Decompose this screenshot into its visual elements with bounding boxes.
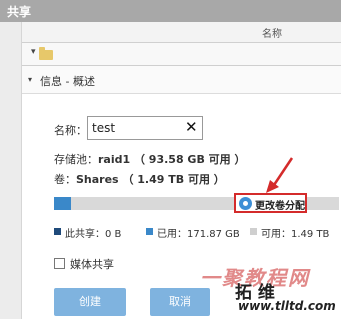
column-header: 名称 bbox=[22, 22, 341, 43]
collapse-caret-icon[interactable]: ▾ bbox=[28, 75, 32, 84]
legend-swatch-available bbox=[250, 228, 257, 235]
volume-value: Shares （ 1.49 TB 可用 ） bbox=[76, 173, 225, 186]
watermark-line3: www.tlltd.com bbox=[238, 299, 336, 313]
media-share-checkbox[interactable] bbox=[54, 258, 65, 269]
name-input[interactable]: test ✕ bbox=[87, 116, 203, 140]
legend-used: 已用：171.87 GB bbox=[157, 229, 240, 240]
legend-swatch-used bbox=[146, 228, 153, 235]
pool-info: 存储池：raid1 （ 93.58 GB 可用 ） bbox=[54, 151, 246, 167]
expand-caret-icon[interactable]: ▾ bbox=[31, 47, 36, 57]
change-volume-label: 更改卷分配 bbox=[255, 201, 305, 212]
name-label: 名称： bbox=[54, 124, 87, 137]
name-input-value[interactable]: test bbox=[92, 121, 115, 135]
change-volume-button[interactable]: 更改卷分配 bbox=[234, 193, 307, 213]
pool-value: raid1 （ 93.58 GB 可用 ） bbox=[98, 153, 246, 166]
volume-label: 卷： bbox=[54, 173, 76, 186]
create-button[interactable]: 创建 bbox=[54, 288, 126, 316]
usage-bar-used bbox=[54, 197, 72, 210]
folder-icon bbox=[39, 47, 53, 60]
left-panel bbox=[0, 22, 22, 319]
gear-icon bbox=[239, 197, 252, 210]
folder-row[interactable]: ▾ bbox=[22, 43, 341, 65]
window-titlebar: 共享 bbox=[0, 0, 341, 22]
usage-legend: 此共享：0 B 已用：171.87 GB 可用：1.49 TB bbox=[54, 225, 341, 240]
legend-swatch-this-share bbox=[54, 228, 61, 235]
column-header-name[interactable]: 名称 bbox=[262, 25, 282, 40]
media-share-label: 媒体共享 bbox=[70, 258, 114, 271]
window-title: 共享 bbox=[7, 5, 32, 19]
annotation-arrow bbox=[266, 157, 294, 193]
legend-available: 可用：1.49 TB bbox=[261, 229, 330, 240]
legend-this-share: 此共享：0 B bbox=[65, 229, 122, 240]
section-header[interactable]: ▾ 信息 - 概述 bbox=[22, 66, 341, 94]
cancel-button[interactable]: 取消 bbox=[150, 288, 210, 316]
pool-label: 存储池： bbox=[54, 153, 98, 166]
volume-info: 卷：Shares （ 1.49 TB 可用 ） bbox=[54, 171, 225, 187]
clear-icon[interactable]: ✕ bbox=[185, 118, 198, 136]
section-title: 信息 - 概述 bbox=[40, 75, 95, 88]
